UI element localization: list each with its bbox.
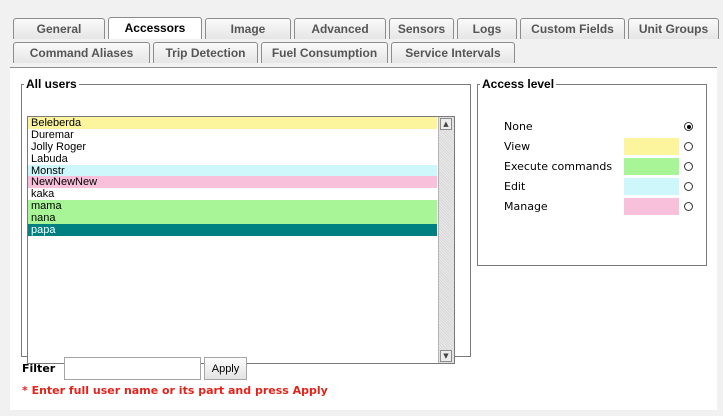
user-list-item[interactable]: Beleberda — [28, 117, 437, 129]
access-level-color-swatch — [624, 158, 679, 175]
tab-bar: General Accessors Image Advanced Sensors… — [0, 0, 723, 68]
filter-input[interactable] — [64, 357, 201, 380]
access-level-legend: Access level — [482, 77, 555, 91]
access-level-label: Execute commands — [504, 160, 613, 173]
all-users-group: All users Beleberda Duremar Jolly Roger Lab… — [21, 77, 471, 364]
scroll-down-arrow-icon[interactable]: ▼ — [440, 350, 452, 362]
access-level-color-swatch — [624, 138, 679, 155]
access-level-radio[interactable] — [684, 122, 693, 131]
tab-advanced[interactable]: Advanced — [294, 18, 386, 39]
access-level-radio[interactable] — [684, 142, 693, 151]
user-list-item[interactable]: Labuda — [28, 152, 437, 165]
tab-fuel-consumption[interactable]: Fuel Consumption — [261, 42, 388, 63]
user-list-item[interactable]: nana — [28, 212, 437, 224]
filter-hint: * Enter full user name or its part and p… — [22, 384, 328, 397]
tab-custom-fields[interactable]: Custom Fields — [520, 18, 625, 39]
tab-sensors[interactable]: Sensors — [389, 18, 454, 39]
user-list-item[interactable]: papa — [28, 224, 437, 236]
tab-general[interactable]: General — [13, 18, 105, 39]
access-level-radio[interactable] — [684, 162, 693, 171]
scroll-up-arrow-icon[interactable]: ▲ — [440, 118, 452, 130]
users-listbox[interactable]: Beleberda Duremar Jolly Roger Labuda Monstr N… — [27, 116, 455, 364]
tab-command-aliases[interactable]: Command Aliases — [13, 42, 150, 63]
access-level-label: Edit — [504, 180, 526, 193]
users-scrollbar[interactable]: ▲ ▼ — [438, 117, 454, 363]
tab-image[interactable]: Image — [205, 18, 291, 39]
access-level-radio[interactable] — [684, 202, 693, 211]
tab-service-intervals[interactable]: Service Intervals — [391, 42, 515, 63]
user-list-item[interactable]: mama — [28, 200, 437, 212]
access-level-radio[interactable] — [684, 182, 693, 191]
tab-accessors[interactable]: Accessors — [108, 17, 202, 39]
tab-logs[interactable]: Logs — [457, 18, 517, 39]
access-level-group: Access level None View Execute commands Edi… — [477, 77, 707, 266]
access-level-label: Manage — [504, 200, 548, 213]
users-list: Beleberda Duremar Jolly Roger Labuda Monstr N… — [28, 117, 437, 236]
tab-trip-detection[interactable]: Trip Detection — [153, 42, 258, 63]
tab-unit-groups[interactable]: Unit Groups — [628, 18, 719, 39]
access-level-label: None — [504, 120, 533, 133]
all-users-legend: All users — [26, 77, 77, 91]
access-level-color-swatch — [624, 178, 679, 195]
user-list-item[interactable]: Duremar — [28, 128, 437, 141]
user-list-item[interactable]: NewNewNew — [28, 176, 437, 188]
user-list-item[interactable]: kaka — [28, 188, 437, 200]
access-level-label: View — [504, 140, 531, 153]
filter-label: Filter — [22, 362, 56, 375]
accessors-panel: All users Beleberda Duremar Jolly Roger Lab… — [10, 67, 717, 410]
access-level-color-swatch — [624, 198, 679, 215]
user-list-item[interactable]: Monstr — [28, 164, 437, 177]
apply-button[interactable]: Apply — [204, 357, 247, 380]
user-list-item[interactable]: Jolly Roger — [28, 140, 437, 153]
